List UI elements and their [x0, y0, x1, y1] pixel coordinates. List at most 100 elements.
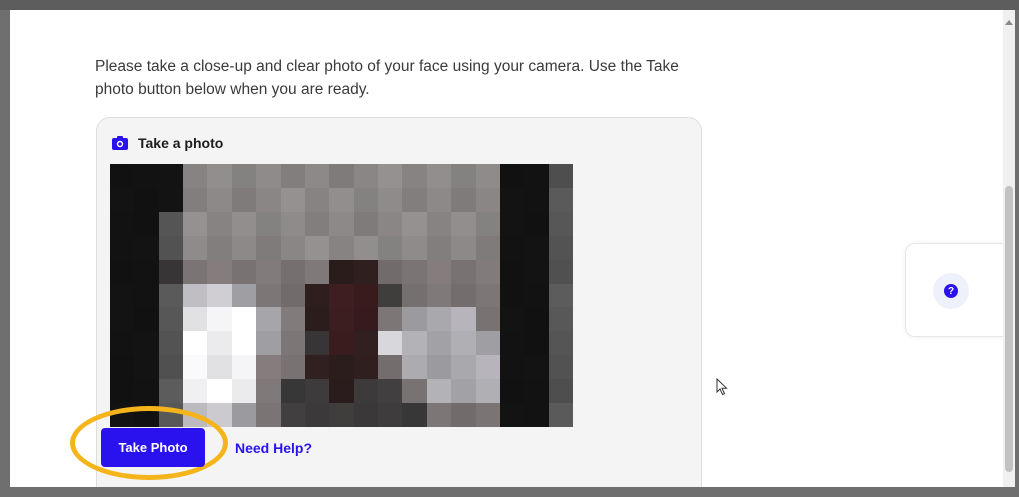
preview-pixel: [499, 235, 525, 260]
preview-pixel: [280, 235, 305, 260]
preview-pixel: [280, 187, 305, 212]
preview-pixel: [110, 307, 135, 332]
preview-pixel: [451, 187, 476, 212]
preview-pixel: [378, 235, 403, 260]
preview-pixel: [378, 403, 403, 427]
preview-pixel: [402, 307, 427, 332]
preview-pixel: [134, 355, 159, 380]
preview-pixel: [304, 403, 330, 427]
preview-pixel: [426, 307, 452, 332]
vertical-scrollbar[interactable]: [1003, 10, 1015, 487]
preview-pixel: [304, 259, 330, 284]
window-frame-bottom: [0, 487, 1019, 497]
instruction-text: Please take a close-up and clear photo o…: [95, 57, 679, 98]
preview-pixel: [524, 307, 549, 332]
preview-pixel: [256, 307, 281, 332]
window-frame-top: [0, 0, 1019, 10]
preview-pixel: [524, 211, 549, 236]
preview-pixel: [524, 355, 549, 380]
preview-pixel: [402, 403, 427, 427]
preview-pixel: [110, 211, 135, 236]
preview-pixel: [280, 211, 305, 236]
preview-pixel: [378, 307, 403, 332]
preview-pixel: [134, 379, 159, 404]
mouse-cursor-icon: [716, 378, 728, 396]
preview-pixel: [475, 307, 500, 332]
preview-pixel: [451, 355, 476, 380]
preview-pixel: [499, 187, 525, 212]
preview-pixel: [231, 235, 257, 260]
preview-pixel: [256, 403, 281, 427]
preview-pixel: [329, 379, 354, 404]
preview-pixel: [183, 379, 208, 404]
preview-pixel: [158, 307, 184, 332]
preview-pixel: [207, 307, 232, 332]
preview-pixel: [353, 235, 379, 260]
preview-pixel: [110, 259, 135, 284]
preview-pixel: [158, 283, 184, 308]
preview-pixel: [451, 331, 476, 356]
preview-pixel: [134, 211, 159, 236]
preview-pixel: [207, 259, 232, 284]
preview-pixel: [329, 331, 354, 356]
preview-pixel: [353, 259, 379, 284]
preview-pixel: [499, 164, 525, 188]
preview-pixel: [451, 307, 476, 332]
preview-pixel: [183, 235, 208, 260]
preview-pixel: [426, 211, 452, 236]
preview-pixel: [110, 355, 135, 380]
preview-pixel: [426, 164, 452, 188]
preview-pixel: [353, 355, 379, 380]
preview-pixel: [158, 379, 184, 404]
preview-pixel: [451, 379, 476, 404]
preview-pixel: [329, 235, 354, 260]
preview-pixel: [134, 259, 159, 284]
preview-pixel: [304, 283, 330, 308]
preview-pixel: [353, 187, 379, 212]
need-help-link[interactable]: Need Help?: [235, 440, 312, 456]
preview-pixel: [451, 403, 476, 427]
preview-pixel: [304, 164, 330, 188]
preview-pixel: [548, 403, 573, 427]
preview-pixel: [426, 187, 452, 212]
preview-pixel: [499, 211, 525, 236]
preview-pixel: [329, 307, 354, 332]
scroll-up-arrow-icon[interactable]: [1005, 20, 1013, 25]
preview-pixel: [134, 187, 159, 212]
preview-pixel: [353, 307, 379, 332]
preview-pixel: [524, 187, 549, 212]
preview-pixel: [378, 187, 403, 212]
preview-pixel: [183, 355, 208, 380]
card-title: Take a photo: [112, 135, 223, 151]
preview-pixel: [231, 307, 257, 332]
preview-pixel: [329, 403, 354, 427]
preview-pixel: [524, 379, 549, 404]
preview-pixel: [256, 331, 281, 356]
preview-pixel: [134, 283, 159, 308]
preview-pixel: [183, 164, 208, 188]
preview-pixel: [304, 211, 330, 236]
preview-pixel: [426, 283, 452, 308]
preview-pixel: [353, 164, 379, 188]
preview-pixel: [256, 235, 281, 260]
preview-pixel: [304, 355, 330, 380]
help-button[interactable]: ?: [933, 273, 969, 309]
help-widget[interactable]: ?: [905, 243, 1015, 337]
preview-pixel: [329, 187, 354, 212]
preview-pixel: [451, 235, 476, 260]
preview-pixel: [426, 355, 452, 380]
preview-pixel: [158, 331, 184, 356]
preview-pixel: [256, 355, 281, 380]
preview-pixel: [524, 235, 549, 260]
scrollbar-thumb[interactable]: [1005, 186, 1013, 472]
preview-pixel: [548, 187, 573, 212]
preview-pixel: [426, 259, 452, 284]
preview-pixel: [353, 331, 379, 356]
preview-pixel: [304, 307, 330, 332]
preview-pixel: [499, 355, 525, 380]
preview-pixel: [378, 331, 403, 356]
take-photo-button[interactable]: Take Photo: [101, 428, 205, 467]
preview-pixel: [183, 283, 208, 308]
preview-pixel: [280, 355, 305, 380]
preview-pixel: [451, 259, 476, 284]
